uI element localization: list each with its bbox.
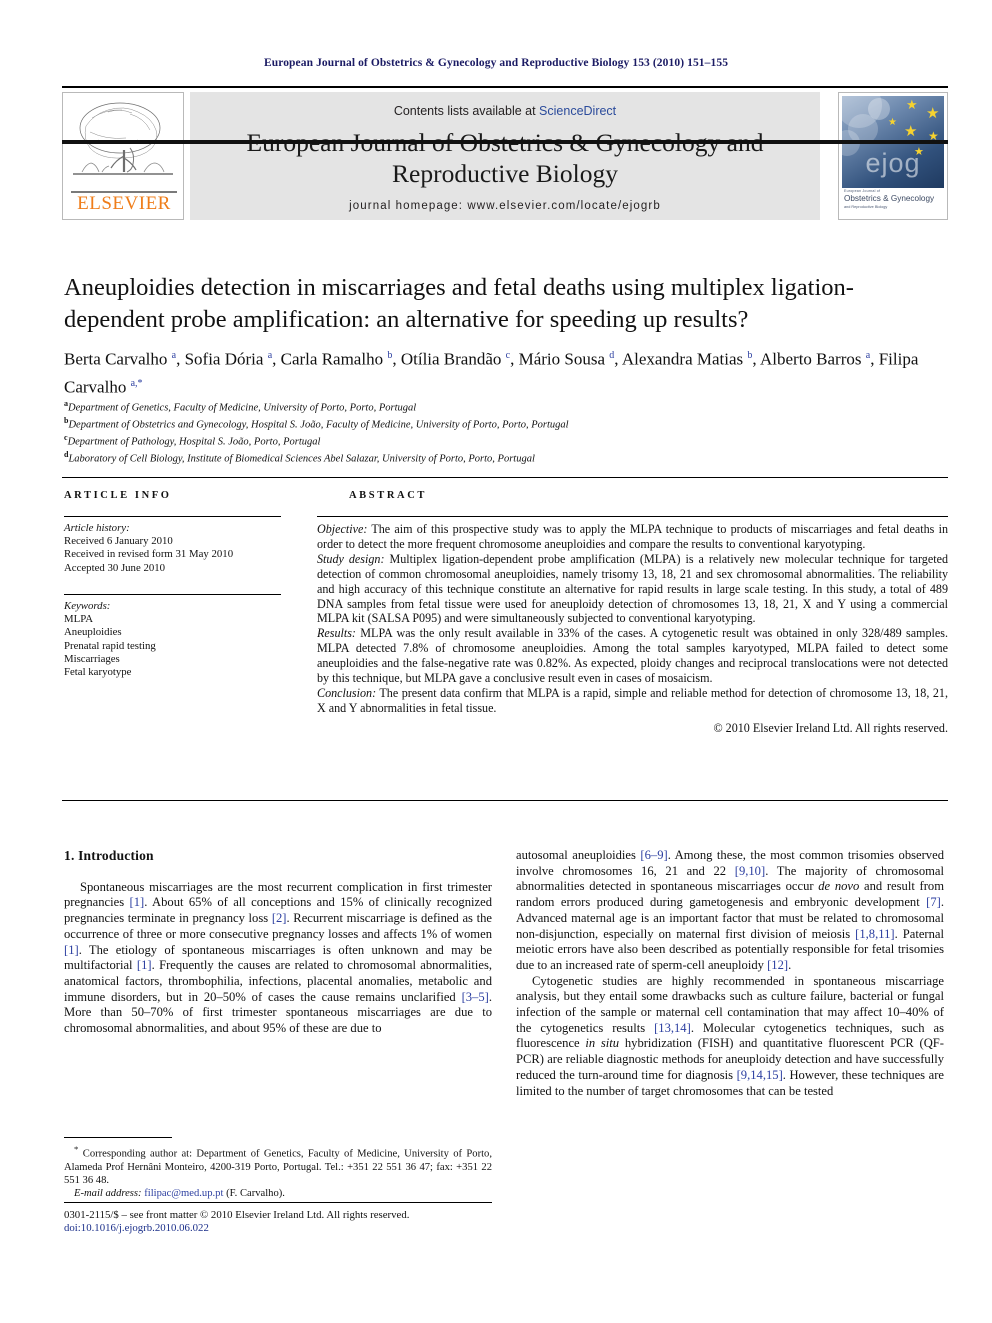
ejog-wordmark: ejog: [865, 148, 921, 178]
body-paragraph: Spontaneous miscarriages are the most re…: [64, 879, 492, 1036]
abstract-rule: [317, 516, 948, 517]
article-info-rule: [64, 516, 281, 517]
article-title: Aneuploidies detection in miscarriages a…: [64, 274, 854, 333]
article-history-item: Received 6 January 2010: [64, 535, 173, 548]
keyword-list: Keywords: MLPA Aneuploidies Prenatal rap…: [64, 600, 289, 679]
info-abstract-top-rule: [62, 477, 948, 478]
sciencedirect-link[interactable]: ScienceDirect: [539, 104, 616, 118]
body-paragraph: autosomal aneuploidies [6–9]. Among thes…: [516, 848, 945, 972]
abstract-paragraph: Study design: Multiplex ligation-depende…: [317, 552, 948, 627]
affiliation-text: Department of Obstetrics and Gynecology,…: [68, 419, 569, 431]
abstract-body: Objective: The aim of this prospective s…: [317, 522, 948, 736]
journal-title: European Journal of Obstetrics & Gynecol…: [190, 127, 820, 189]
journal-homepage-link[interactable]: journal homepage: www.elsevier.com/locat…: [190, 200, 820, 212]
eu-star-icon: ★: [904, 124, 918, 140]
affiliation-text: Department of Genetics, Faculty of Medic…: [68, 402, 417, 414]
abstract-lead-in: Results:: [317, 626, 356, 641]
journal-masthead: ELSEVIER Contents lists available at Sci…: [62, 86, 948, 222]
eu-star-icon: ★: [906, 97, 918, 112]
article-history: Article history: Received 6 January 2010…: [64, 522, 289, 575]
masthead-top-rule: [62, 86, 948, 88]
cover-caption-sub: and Reproductive Biology: [844, 204, 888, 209]
journal-cover-thumbnail: ★ ★ ★ ★ ★ ★ ejog European Journal of Obs…: [838, 92, 948, 220]
abstract-bottom-rule: [62, 800, 948, 801]
abstract-lead-in: Objective:: [317, 522, 368, 536]
abstract-lead-in: Study design:: [317, 551, 385, 566]
affiliation-item: dLaboratory of Cell Biology, Institute o…: [64, 449, 944, 466]
doi-link[interactable]: doi:10.1016/j.ejogrb.2010.06.022: [64, 1222, 504, 1235]
abstract-heading: ABSTRACT: [349, 490, 427, 501]
affiliation-list: aDepartment of Genetics, Faculty of Medi…: [64, 398, 944, 466]
journal-article-page: European Journal of Obstetrics & Gynecol…: [0, 0, 992, 1323]
cover-caption: European Journal of Obstetrics & Gynecol…: [844, 189, 942, 209]
keyword-item: Prenatal rapid testing: [64, 639, 156, 652]
email-link[interactable]: filipac@med.up.pt: [144, 1188, 223, 1199]
email-line: E-mail address: filipac@med.up.pt (F. Ca…: [64, 1187, 492, 1200]
cover-caption-main: Obstetrics & Gynecology: [844, 194, 935, 203]
journal-title-line-2: Reproductive Biology: [392, 159, 618, 188]
elsevier-wordmark: ELSEVIER: [77, 193, 171, 214]
affiliation-item: cDepartment of Pathology, Hospital S. Jo…: [64, 432, 944, 449]
body-paragraph: Cytogenetic studies are highly recommend…: [516, 973, 945, 1098]
email-suffix: (F. Carvalho).: [223, 1188, 285, 1200]
article-history-label: Article history:: [64, 522, 130, 534]
abstract-copyright: © 2010 Elsevier Ireland Ltd. All rights …: [713, 720, 948, 735]
footer-separator-rule: [64, 1202, 492, 1203]
affiliation-item: aDepartment of Genetics, Faculty of Medi…: [64, 398, 944, 415]
abstract-paragraph-text: MLPA was the only result available in 33…: [317, 626, 948, 686]
abstract-paragraph: Results: MLPA was the only result availa…: [317, 626, 948, 686]
article-history-item: Accepted 30 June 2010: [64, 561, 166, 574]
abstract-paragraph: Objective: The aim of this prospective s…: [317, 522, 948, 552]
keyword-item: Miscarriages: [64, 652, 120, 665]
keywords-rule: [64, 594, 281, 595]
cover-caption-small: European Journal of: [844, 189, 881, 193]
abstract-paragraph-text: The aim of this prospective study was to…: [317, 522, 948, 551]
eu-star-icon: ★: [926, 106, 940, 122]
keyword-item: Aneuploidies: [64, 626, 122, 639]
journal-banner: Contents lists available at ScienceDirec…: [190, 92, 820, 220]
body-column-left: 1. Introduction Spontaneous miscarriages…: [64, 848, 492, 1037]
corresponding-author-text: * Corresponding author at: Department of…: [64, 1144, 492, 1186]
abstract-paragraph-text: The present data confirm that MLPA is a …: [317, 685, 948, 715]
footnote-separator-rule: [64, 1137, 172, 1138]
body-column-right: autosomal aneuploidies [6–9]. Among thes…: [516, 848, 944, 1099]
corresponding-author-footnote: * Corresponding author at: Department of…: [64, 1143, 492, 1200]
issn-copyright-line: 0301-2115/$ – see front matter © 2010 El…: [64, 1209, 410, 1221]
running-head: European Journal of Obstetrics & Gynecol…: [263, 57, 729, 69]
affiliation-text: Laboratory of Cell Biology, Institute of…: [68, 453, 535, 465]
article-history-item: Received in revised form 31 May 2010: [64, 548, 234, 561]
email-label: E-mail address:: [74, 1188, 142, 1200]
keyword-item: MLPA: [64, 613, 94, 626]
article-info-heading: ARTICLE INFO: [64, 490, 172, 501]
contents-available-line: Contents lists available at ScienceDirec…: [190, 104, 820, 118]
abstract-paragraph: Conclusion: The present data confirm tha…: [317, 686, 948, 716]
page-footer: 0301-2115/$ – see front matter © 2010 El…: [64, 1209, 504, 1236]
eu-star-icon: ★: [888, 117, 897, 128]
affiliation-item: bDepartment of Obstetrics and Gynecology…: [64, 415, 944, 432]
keyword-item: Fetal karyotype: [64, 666, 132, 679]
elsevier-logo: ELSEVIER: [62, 92, 184, 220]
keywords-label: Keywords:: [64, 600, 111, 612]
masthead-bottom-rule: [62, 140, 948, 144]
abstract-paragraph-text: Multiplex ligation-dependent probe ampli…: [317, 551, 948, 626]
abstract-lead-in: Conclusion:: [317, 685, 377, 700]
section-heading-introduction: 1. Introduction: [64, 848, 154, 863]
affiliation-text: Department of Pathology, Hospital S. Joã…: [67, 436, 321, 448]
author-list: Berta Carvalho a, Sofia Dória a, Carla R…: [64, 349, 919, 397]
contents-prefix-text: Contents lists available at: [393, 104, 540, 118]
